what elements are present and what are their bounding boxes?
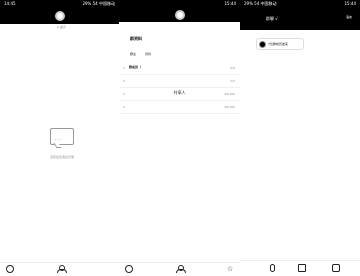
camera-icon[interactable] xyxy=(332,264,340,272)
owner-key: 群主 xyxy=(130,52,137,56)
item-num: 1 xyxy=(123,66,125,70)
page-title: 群资料 xyxy=(130,36,142,41)
user-icon[interactable] xyxy=(57,265,67,273)
chat-icon[interactable] xyxy=(125,265,133,273)
group-info-panel: 15:44 群资料 群主 群聊 1 群成员（ 0/5 2 0/? 3 50/10… xyxy=(119,0,240,276)
status-time: 14:45 xyxy=(4,1,16,6)
bottom-nav: ☆ xyxy=(119,262,240,276)
star-icon[interactable]: ☆ xyxy=(227,265,235,273)
avatar xyxy=(259,40,266,48)
status-right: 29% 54 中国移动 xyxy=(244,1,277,6)
header xyxy=(119,8,240,22)
empty-state-text: 没有最近消息记录 xyxy=(49,155,74,159)
owner-row: 群主 群聊 xyxy=(119,48,240,60)
screen: 14:45 29% 54 中国移动 0 提示 ... 没有最近消息记录 15:4… xyxy=(0,0,360,276)
status-right: 29% 54 中国移动 xyxy=(82,1,115,6)
header-label: 0 提示 xyxy=(57,25,66,29)
messages-panel: 14:45 29% 54 中国移动 0 提示 ... 没有最近消息记录 xyxy=(0,0,119,276)
list-item[interactable]: 2 0/? xyxy=(119,75,240,88)
list-item[interactable]: 4 50/100 xyxy=(119,101,240,114)
status-bar: 14:45 29% 54 中国移动 xyxy=(0,0,119,8)
chat-header: 群聊 √ 语言 xyxy=(240,8,360,30)
item-num: 2 xyxy=(123,79,125,83)
bottom-nav xyxy=(0,262,119,276)
item-count: 50/100 xyxy=(224,105,235,109)
image-icon[interactable] xyxy=(298,264,306,272)
owner-value: 群聊 xyxy=(145,52,152,56)
status-time: 15:44 xyxy=(224,1,236,6)
empty-dots: ... xyxy=(54,135,63,142)
mic-icon[interactable] xyxy=(270,264,275,272)
header xyxy=(0,8,119,24)
chat-title[interactable]: 群聊 √ xyxy=(266,16,278,22)
item-name: 群成员（ xyxy=(129,65,142,69)
sub-label[interactable]: 语言 xyxy=(346,15,352,19)
user-icon[interactable] xyxy=(176,265,186,273)
item-num: 4 xyxy=(123,105,125,109)
chat-panel: 29% 54 中国移动 15:44 群聊 √ 语言 7位群成员发来 xyxy=(240,0,360,276)
chat-icon[interactable] xyxy=(6,265,14,273)
status-time: 15:44 xyxy=(344,1,356,6)
status-bar: 29% 54 中国移动 15:44 xyxy=(240,0,360,8)
avatar[interactable] xyxy=(54,11,65,21)
status-bar: 15:44 xyxy=(119,0,240,8)
chat-toolbar xyxy=(240,260,360,276)
bubble-text: 7位群成员发来 xyxy=(268,42,288,46)
list-item[interactable]: 1 群成员（ 0/5 xyxy=(119,62,240,75)
item-count: 0/? xyxy=(230,79,235,83)
item-count: 0/5 xyxy=(230,66,235,70)
avatar[interactable] xyxy=(174,10,185,20)
center-text: 共享人 xyxy=(173,90,186,95)
message-bubble[interactable]: 7位群成员发来 xyxy=(256,38,304,50)
